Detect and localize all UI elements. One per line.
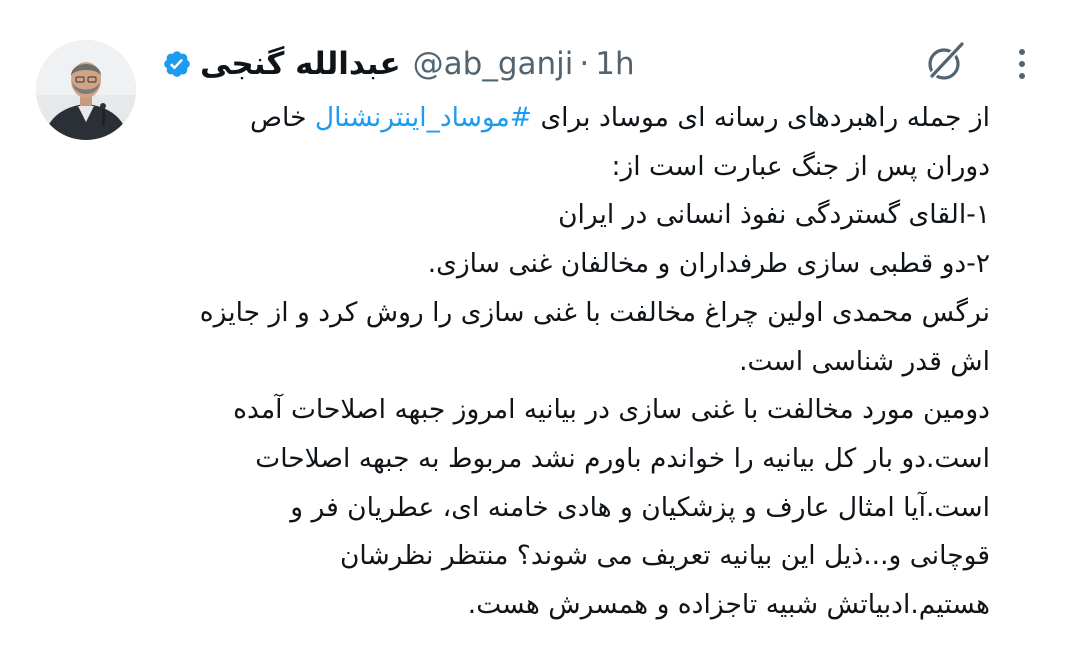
tweet-line: است.آیا امثال عارف و پزشکیان و هادی خامن…	[290, 491, 990, 523]
tweet-line: است.دو بار کل بیانیه را خواندم باورم نشد…	[255, 442, 990, 474]
more-vertical-icon[interactable]	[1010, 44, 1034, 84]
avatar[interactable]	[36, 40, 136, 140]
tweet-line: دوران پس از جنگ عبارت است از:	[611, 150, 990, 182]
tweet-line: از جمله راهبردهای رسانه ای موساد برای #م…	[150, 94, 990, 143]
verified-badge-icon	[162, 49, 192, 79]
tweet-header: عبدالله گنجی @ab_ganji · 1h	[162, 40, 635, 88]
grok-icon[interactable]	[922, 40, 968, 86]
tweet-text-segment: از جمله راهبردهای رسانه ای موساد برای	[532, 102, 990, 133]
author-display-name[interactable]: عبدالله گنجی	[200, 46, 401, 82]
tweet-line: دومین مورد مخالفت با غنی سازی در بیانیه …	[233, 394, 990, 426]
timestamp[interactable]: 1h	[595, 46, 634, 82]
hashtag-link[interactable]: #موساد_اینترنشنال	[315, 102, 532, 133]
tweet-text-segment: خاص	[249, 102, 315, 133]
tweet-line: ۲-دو قطبی سازی طرفداران و مخالفان غنی سا…	[427, 248, 990, 280]
tweet-line: هستیم.ادبیاتش شبیه تاجزاده و همسرش هست.	[467, 589, 990, 621]
tweet-line: نرگس محمدی اولین چراغ مخالفت با غنی سازی…	[199, 296, 990, 328]
tweet-line: قوچانی و...ذیل این بیانیه تعریف می شوند؟…	[339, 540, 990, 572]
tweet-text: از جمله راهبردهای رسانه ای موساد برای #م…	[150, 94, 990, 630]
separator-dot: ·	[579, 46, 590, 82]
tweet-line: ۱-القای گستردگی نفوذ انسانی در ایران	[558, 199, 990, 231]
author-handle[interactable]: @ab_ganji	[413, 46, 574, 82]
tweet-line: اش قدر شناسی است.	[739, 345, 990, 377]
